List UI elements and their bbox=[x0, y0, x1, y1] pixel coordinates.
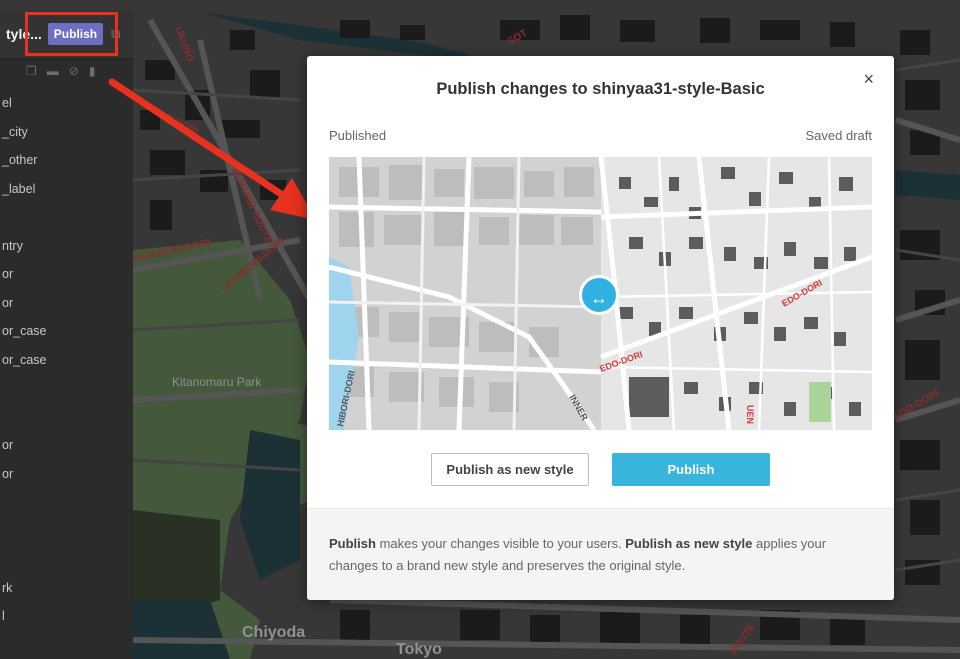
help-text-publish: makes your changes visible to your users… bbox=[375, 536, 626, 551]
trash-icon[interactable]: ▮ bbox=[89, 64, 96, 78]
layer-item[interactable]: l bbox=[0, 602, 133, 631]
annotation-highlight-box bbox=[25, 12, 118, 56]
layer-item[interactable] bbox=[0, 374, 133, 403]
compare-label-ueno: UEN bbox=[745, 405, 755, 424]
layer-item[interactable]: or_case bbox=[0, 317, 133, 346]
layer-item[interactable]: rk bbox=[0, 574, 133, 603]
published-label: Published bbox=[329, 128, 387, 143]
layer-item[interactable] bbox=[0, 488, 133, 517]
hide-icon[interactable]: ⊘ bbox=[69, 64, 79, 78]
layer-item[interactable]: or bbox=[0, 460, 133, 489]
duplicate-icon[interactable]: ❐ bbox=[26, 64, 37, 78]
folder-icon[interactable]: ▬ bbox=[47, 64, 59, 78]
layer-item[interactable]: or bbox=[0, 431, 133, 460]
swipe-handle-icon[interactable]: ↔ bbox=[579, 275, 619, 315]
publish-button[interactable]: Publish bbox=[612, 453, 770, 486]
layer-item[interactable]: or bbox=[0, 289, 133, 318]
saved-draft-label: Saved draft bbox=[805, 128, 873, 143]
layer-item[interactable] bbox=[0, 545, 133, 574]
layer-item[interactable] bbox=[0, 403, 133, 432]
publish-help-text: Publish makes your changes visible to yo… bbox=[307, 508, 894, 600]
layer-item[interactable] bbox=[0, 517, 133, 546]
close-icon[interactable]: × bbox=[857, 68, 880, 91]
modal-title: Publish changes to shinyaa31-style-Basic bbox=[436, 80, 765, 98]
layer-item[interactable]: or bbox=[0, 260, 133, 289]
help-term-new-style: Publish as new style bbox=[625, 536, 753, 551]
help-term-publish: Publish bbox=[329, 536, 376, 551]
annotation-arrow bbox=[108, 78, 316, 220]
layer-item[interactable]: or_case bbox=[0, 346, 133, 375]
publish-as-new-style-button[interactable]: Publish as new style bbox=[431, 453, 589, 486]
publish-modal: Publish changes to shinyaa31-style-Basic… bbox=[307, 56, 894, 600]
